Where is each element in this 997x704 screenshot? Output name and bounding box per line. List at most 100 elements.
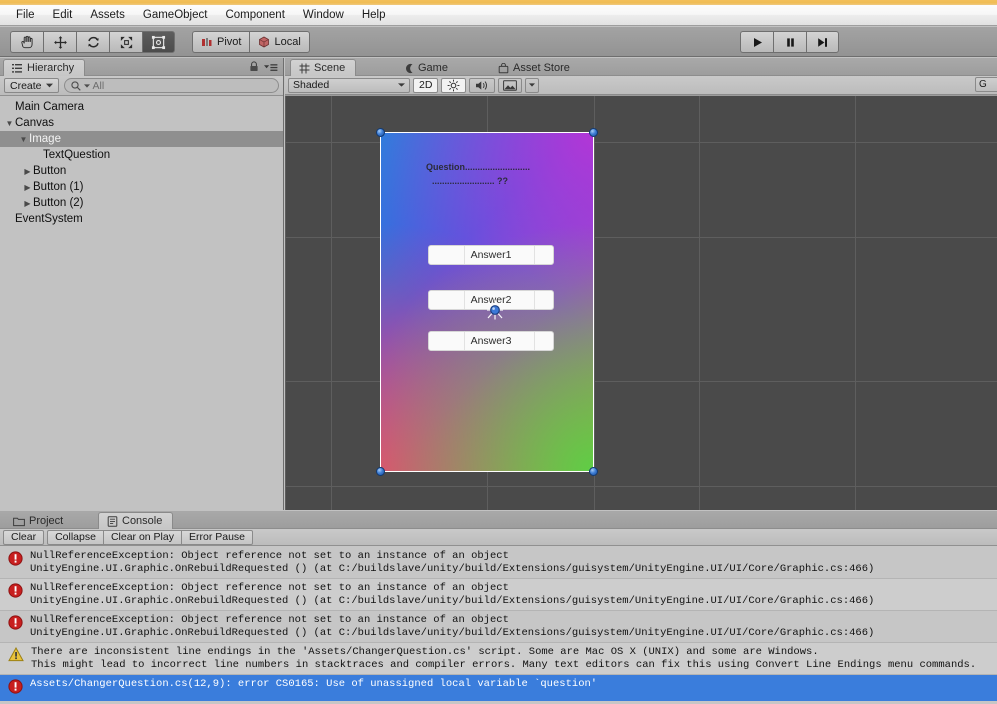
menu-gameobject[interactable]: GameObject — [134, 7, 217, 23]
menu-assets[interactable]: Assets — [81, 7, 134, 23]
tab-game-label: Game — [418, 62, 448, 74]
hierarchy-item-eventsystem[interactable]: EventSystem — [0, 211, 283, 227]
console-log-list[interactable]: NullReferenceException: Object reference… — [0, 547, 997, 704]
hierarchy-item-main-camera[interactable]: Main Camera — [0, 99, 283, 115]
grid-line — [285, 486, 997, 487]
clear-on-play-button[interactable]: Clear on Play — [102, 529, 182, 545]
expand-arrow[interactable]: ▶ — [22, 183, 33, 192]
menu-window[interactable]: Window — [294, 7, 353, 23]
tab-console[interactable]: Console — [98, 512, 174, 529]
button-divider — [534, 246, 535, 264]
hierarchy-tree: Main Camera ▼ Canvas ▼ Image TextQuestio… — [0, 96, 283, 508]
expand-arrow[interactable]: ▼ — [4, 119, 15, 128]
padlock-icon — [250, 61, 258, 71]
pivot-space-group: Pivot Local — [192, 31, 310, 53]
resize-handle-top-left[interactable] — [376, 128, 385, 137]
menu-file[interactable]: File — [7, 7, 44, 23]
tab-scene[interactable]: Scene — [290, 59, 357, 76]
canvas-image-object[interactable]: Question.......................... .....… — [376, 128, 598, 476]
scene-viewport[interactable]: Question.......................... .....… — [285, 96, 997, 510]
shading-mode-dropdown[interactable]: Shaded — [288, 77, 410, 93]
effects-dropdown-button[interactable] — [525, 77, 540, 93]
scale-icon — [120, 36, 132, 48]
audio-toggle-button[interactable] — [469, 77, 496, 93]
pause-button[interactable] — [773, 31, 806, 53]
grid-line — [594, 96, 595, 510]
space-toggle-button[interactable]: Local — [249, 31, 310, 53]
hand-tool-button[interactable] — [10, 31, 43, 53]
hierarchy-item-label: TextQuestion — [43, 149, 111, 161]
play-button[interactable] — [740, 31, 773, 53]
hierarchy-item-label: Button (2) — [33, 197, 84, 209]
console-tabstrip: Project Console — [0, 511, 997, 529]
tab-game[interactable]: Game — [395, 60, 458, 76]
local-space-icon — [259, 36, 270, 48]
rotate-tool-button[interactable] — [76, 31, 109, 53]
console-log-row-selected[interactable]: Assets/ChangerQuestion.cs(12,9): error C… — [0, 675, 997, 701]
lighting-toggle-button[interactable] — [441, 77, 467, 93]
hierarchy-item-button[interactable]: ▶ Button — [0, 163, 283, 179]
error-pause-button[interactable]: Error Pause — [180, 529, 254, 545]
pivot-icon — [202, 38, 212, 46]
tab-project-label: Project — [29, 515, 64, 527]
scale-tool-button[interactable] — [109, 31, 142, 53]
collapse-button[interactable]: Collapse — [47, 529, 104, 545]
chevron-down-icon — [398, 83, 405, 87]
tab-project[interactable]: Project — [5, 513, 73, 529]
expand-arrow[interactable]: ▶ — [22, 167, 33, 176]
create-button[interactable]: Create — [4, 78, 59, 93]
answer-button-3[interactable]: Answer3 — [428, 331, 554, 351]
lighting-icon — [448, 79, 460, 91]
warning-icon — [8, 646, 24, 667]
console-log-text: NullReferenceException: Object reference… — [30, 550, 875, 575]
rect-tool-button[interactable] — [142, 31, 175, 53]
move-tool-button[interactable] — [43, 31, 76, 53]
pivot-toggle-button[interactable]: Pivot — [192, 31, 250, 53]
hierarchy-item-label: Button — [33, 165, 67, 177]
console-log-text: NullReferenceException: Object reference… — [30, 582, 875, 607]
answer-button-2-label: Answer2 — [470, 294, 512, 306]
search-dropdown-icon — [83, 83, 90, 88]
toggle-2d-button[interactable]: 2D — [413, 77, 439, 93]
effects-toggle-button[interactable] — [498, 77, 523, 93]
answer-button-1[interactable]: Answer1 — [428, 245, 554, 265]
console-log-row[interactable]: NullReferenceException: Object reference… — [0, 611, 997, 643]
menu-help[interactable]: Help — [353, 7, 395, 23]
unity-editor-window: File Edit Assets GameObject Component Wi… — [0, 0, 997, 704]
console-log-row[interactable]: NullReferenceException: Object reference… — [0, 547, 997, 579]
tab-asset-store[interactable]: Asset Store — [490, 60, 580, 76]
console-log-row[interactable]: There are inconsistent line endings in t… — [0, 643, 997, 675]
button-divider — [534, 291, 535, 309]
panel-menu-icon[interactable] — [263, 62, 278, 76]
console-log-text: Assets/ChangerQuestion.cs(12,9): error C… — [30, 678, 598, 690]
hierarchy-item-image[interactable]: ▼ Image — [0, 131, 283, 147]
hierarchy-item-textquestion[interactable]: TextQuestion — [0, 147, 283, 163]
button-divider — [464, 332, 465, 350]
tab-hierarchy[interactable]: Hierarchy — [3, 59, 86, 76]
playback-controls — [740, 31, 839, 53]
scene-panel: Scene Game Asset Store Shaded 2D G Quest… — [285, 58, 997, 510]
search-input[interactable]: All — [63, 78, 279, 93]
toggle-2d-label: 2D — [419, 79, 433, 91]
menu-bar: File Edit Assets GameObject Component Wi… — [0, 5, 997, 26]
clear-button[interactable]: Clear — [3, 529, 45, 545]
expand-arrow[interactable]: ▶ — [22, 199, 33, 208]
hierarchy-item-button-2[interactable]: ▶ Button (2) — [0, 195, 283, 211]
hierarchy-item-canvas[interactable]: ▼ Canvas — [0, 115, 283, 131]
menu-component[interactable]: Component — [216, 7, 293, 23]
scene-tabstrip: Scene Game Asset Store — [285, 58, 997, 76]
scene-grid-icon — [299, 63, 310, 73]
answer-button-2[interactable]: Answer2 — [428, 290, 554, 310]
lock-icon[interactable] — [249, 61, 259, 75]
hierarchy-item-button-1[interactable]: ▶ Button (1) — [0, 179, 283, 195]
hierarchy-icon — [12, 63, 22, 73]
resize-handle-bottom-left[interactable] — [376, 467, 385, 476]
step-button[interactable] — [806, 31, 839, 53]
menu-edit[interactable]: Edit — [44, 7, 82, 23]
gizmos-dropdown-button[interactable]: G — [975, 77, 997, 92]
expand-arrow[interactable]: ▼ — [18, 135, 29, 144]
console-log-row[interactable]: NullReferenceException: Object reference… — [0, 579, 997, 611]
answer-button-3-label: Answer3 — [470, 335, 512, 347]
resize-handle-bottom-right[interactable] — [589, 467, 598, 476]
resize-handle-top-right[interactable] — [589, 128, 598, 137]
